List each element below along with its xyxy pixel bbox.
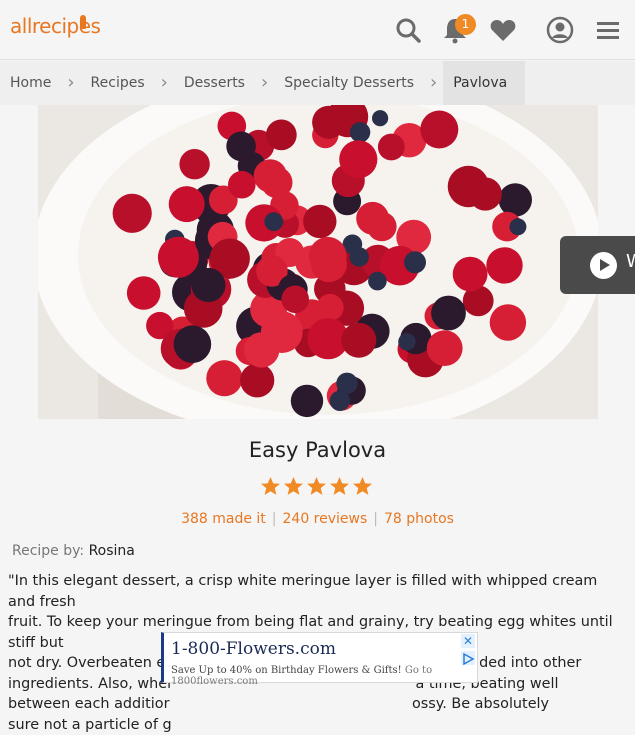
made-it-count[interactable]: 388 made it <box>181 511 266 527</box>
play-icon <box>590 252 617 279</box>
notification-badge[interactable]: 1 <box>455 14 476 35</box>
breadcrumb-specialty-desserts[interactable]: Specialty Desserts <box>274 61 424 105</box>
berry <box>431 296 466 331</box>
berry <box>339 140 377 178</box>
star-icon <box>352 476 373 497</box>
description-line: sure not a particle of g <box>8 715 628 735</box>
star-icon <box>306 476 327 497</box>
chevron-right-icon: › <box>424 61 443 105</box>
berry <box>261 311 303 353</box>
heart-icon[interactable] <box>489 16 517 44</box>
photos-link[interactable]: 78 photos <box>384 511 454 527</box>
ad-title[interactable]: 1-800-Flowers.com <box>171 639 336 659</box>
berry <box>261 167 292 198</box>
berry <box>486 247 522 283</box>
divider: | <box>367 511 384 527</box>
berry <box>420 111 458 149</box>
description-line: "In this elegant dessert, a crisp white … <box>8 571 628 612</box>
video-label: W <box>626 251 635 272</box>
berry <box>499 183 532 216</box>
berry <box>303 205 336 238</box>
breadcrumb-recipes[interactable]: Recipes <box>81 61 155 105</box>
berry <box>191 268 225 302</box>
berry <box>404 251 426 273</box>
berry <box>469 177 502 210</box>
berry <box>398 333 415 350</box>
berry <box>206 360 242 396</box>
breadcrumb-pavlova: Pavlova <box>443 61 525 105</box>
recipe-by: Recipe by: Rosina <box>12 543 135 559</box>
berry <box>127 276 161 310</box>
search-icon[interactable] <box>394 16 422 44</box>
berry <box>240 363 274 397</box>
pavlova-image <box>38 105 598 419</box>
berry <box>158 237 199 278</box>
berry <box>341 323 376 358</box>
berry <box>179 149 209 179</box>
recipe-title: Easy Pavlova <box>0 438 635 462</box>
star-icon <box>283 476 304 497</box>
allrecipes-logo[interactable]: allrecipes <box>10 14 100 38</box>
berry <box>509 218 526 235</box>
berry <box>169 186 205 222</box>
berry <box>264 212 283 231</box>
advertisement-banner[interactable]: 1-800-Flowers.com Save Up to 40% on Birt… <box>161 632 478 683</box>
berry <box>378 134 405 161</box>
berry <box>311 246 347 282</box>
user-icon[interactable] <box>546 16 574 44</box>
berry <box>291 385 323 417</box>
berry <box>356 202 389 235</box>
reviews-link[interactable]: 240 reviews <box>283 511 368 527</box>
ad-choices-icon[interactable] <box>461 651 475 665</box>
ad-offer: Save Up to 40% on Birthday Flowers & Gif… <box>171 665 402 676</box>
berry <box>350 122 370 142</box>
berry <box>281 286 309 314</box>
berry <box>330 391 350 411</box>
logo-spoon-icon <box>80 15 86 29</box>
berry <box>350 247 369 266</box>
breadcrumb-desserts[interactable]: Desserts <box>174 61 255 105</box>
chevron-right-icon: › <box>155 61 174 105</box>
breadcrumb: Home › Recipes › Desserts › Specialty De… <box>0 61 635 105</box>
description-line: between each additior ossy. Be absolutel… <box>8 694 628 715</box>
rating-stars[interactable] <box>260 476 373 497</box>
berry <box>427 330 463 366</box>
star-icon <box>260 476 281 497</box>
berry <box>113 194 152 233</box>
divider: | <box>266 511 283 527</box>
berry <box>372 110 388 126</box>
watch-video-button[interactable]: W <box>560 236 635 294</box>
berry <box>317 294 344 321</box>
site-header: allrecipes 1 <box>0 0 635 60</box>
recipe-photo[interactable] <box>38 105 598 419</box>
star-icon <box>329 476 350 497</box>
close-icon[interactable]: ✕ <box>461 634 475 648</box>
recipe-by-label: Recipe by: <box>12 543 84 559</box>
berry <box>174 325 212 363</box>
berry <box>490 304 526 340</box>
berry <box>453 257 488 292</box>
berry <box>226 132 256 162</box>
breadcrumb-home[interactable]: Home <box>0 61 61 105</box>
chevron-right-icon: › <box>255 61 274 105</box>
recipe-stats: 388 made it|240 reviews|78 photos <box>0 511 635 527</box>
menu-icon[interactable] <box>595 16 623 44</box>
berry <box>228 171 256 199</box>
berry <box>266 120 297 151</box>
berry <box>312 106 345 139</box>
ad-subtitle: Save Up to 40% on Birthday Flowers & Gif… <box>171 665 477 687</box>
chevron-right-icon: › <box>61 61 80 105</box>
berry <box>368 272 387 291</box>
author-link[interactable]: Rosina <box>89 543 135 559</box>
